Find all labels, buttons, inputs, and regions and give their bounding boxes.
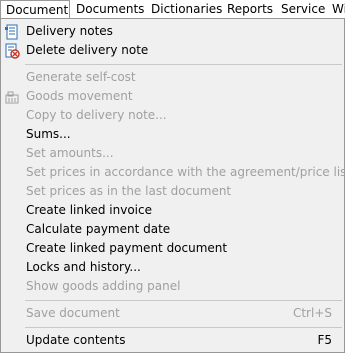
menu-item-label: Set prices in accordance with the agreem… [26,165,345,179]
menu-service[interactable]: Service [281,0,325,18]
document-list-icon [4,24,20,40]
menu-item-label: Calculate payment date [26,222,171,236]
menu-item-show-goods-panel[interactable]: Show goods adding panel [1,277,344,296]
menu-item-locks-and-history[interactable]: Locks and history... [1,258,344,277]
menu-item-label: Generate self-cost [26,70,136,84]
delete-document-icon [4,43,20,59]
menu-item-create-linked-invoice[interactable]: Create linked invoice [1,201,344,220]
menu-item-update-contents[interactable]: Update contents F5 [1,331,344,350]
menu-item-label: Set amounts... [26,146,114,160]
menu-dictionaries[interactable]: Dictionaries [151,0,222,18]
menu-item-set-amounts[interactable]: Set amounts... [1,144,344,163]
menu-documents[interactable]: Documents [76,0,144,18]
menu-item-label: Delete delivery note [26,43,149,57]
menu-item-set-prices-last[interactable]: Set prices as in the last document [1,182,344,201]
menu-item-label: Copy to delivery note... [26,108,167,122]
menu-item-label: Delivery notes [26,24,113,38]
menu-window[interactable]: Wi [332,0,345,18]
menu-reports[interactable]: Reports [227,0,273,18]
menu-item-label: Set prices as in the last document [26,184,232,198]
document-dropdown-menu: Delivery notes Delete delivery note Gene… [0,18,345,353]
menu-separator [25,327,342,328]
menu-item-sums[interactable]: Sums... [1,125,344,144]
menu-separator [25,300,342,301]
menu-item-calculate-payment-date[interactable]: Calculate payment date [1,220,344,239]
shortcut-label: Ctrl+S [292,306,332,320]
menu-item-save-document[interactable]: Save document Ctrl+S [1,304,344,323]
menu-item-label: Create linked invoice [26,203,152,217]
menu-item-goods-movement[interactable]: Goods movement [1,87,344,106]
shortcut-label: F5 [317,333,332,347]
menu-item-label: Update contents [26,333,126,347]
menu-item-label: Create linked payment document [26,241,228,255]
menu-document[interactable]: Document [0,0,70,18]
goods-movement-icon [4,89,20,105]
menu-item-label: Sums... [26,127,71,141]
menu-item-delete-delivery-note[interactable]: Delete delivery note [1,41,344,60]
menu-bar: Document Documents Dictionaries Reports … [0,0,345,19]
menu-item-label: Locks and history... [26,260,141,274]
menu-item-create-linked-payment[interactable]: Create linked payment document [1,239,344,258]
menu-item-delivery-notes[interactable]: Delivery notes [1,22,344,41]
menu-separator [25,64,342,65]
menu-item-generate-self-cost[interactable]: Generate self-cost [1,68,344,87]
menu-item-set-prices-agreement[interactable]: Set prices in accordance with the agreem… [1,163,345,182]
menu-item-label: Show goods adding panel [26,279,181,293]
menu-item-label: Goods movement [26,89,133,103]
menu-item-copy-to-delivery-note[interactable]: Copy to delivery note... [1,106,344,125]
menu-item-label: Save document [26,306,120,320]
